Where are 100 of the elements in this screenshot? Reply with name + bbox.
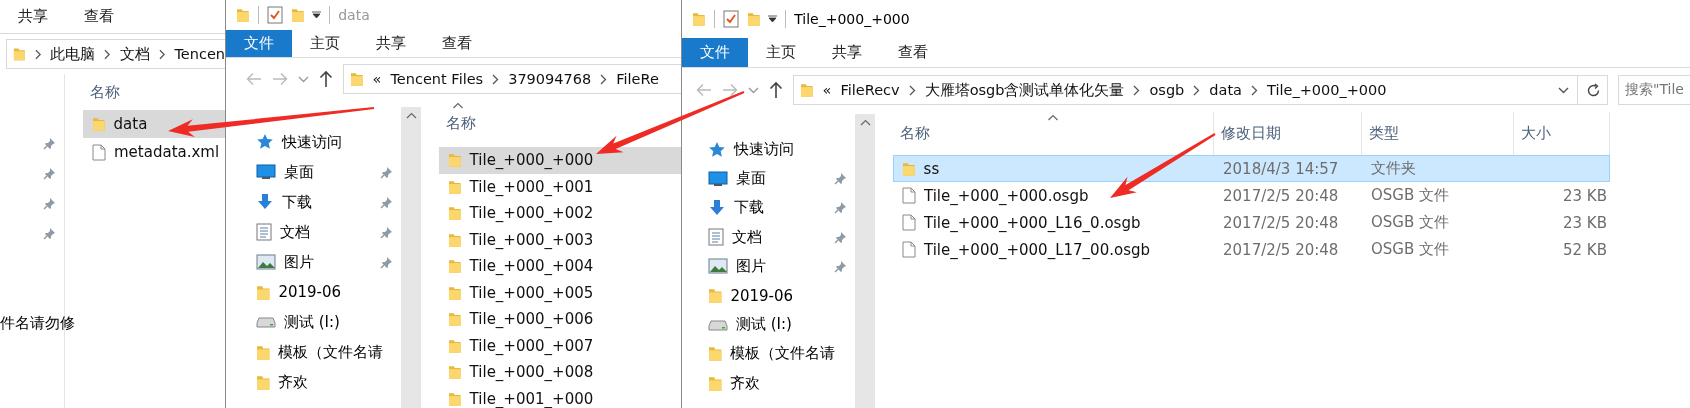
- address-bar[interactable]: « FileRecv 大雁塔osgb含测试单体化矢量 osgb data Tile_+000_+000: [793, 75, 1608, 105]
- nav-item[interactable]: 快速访问: [682, 135, 855, 165]
- folder-icon: [256, 343, 271, 361]
- back-arrow-icon[interactable]: [696, 83, 712, 97]
- nav-item[interactable]: 图片: [682, 251, 855, 281]
- address-bar[interactable]: « Tencent Files 379094768 FileRe: [343, 64, 681, 94]
- ribbon-tab[interactable]: 文件: [682, 38, 748, 67]
- breadcrumb-item[interactable]: data: [1209, 82, 1242, 98]
- pin-icon[interactable]: [43, 136, 56, 150]
- breadcrumb-item[interactable]: FileRecv: [840, 82, 900, 98]
- ribbon-tab[interactable]: 共享: [814, 38, 880, 67]
- chevron-down-icon[interactable]: [1558, 86, 1569, 94]
- file-row[interactable]: Tile_+001_+000: [439, 385, 681, 408]
- breadcrumb-item[interactable]: 大雁塔osgb含测试单体化矢量: [924, 80, 1125, 100]
- ribbon-tab[interactable]: 查看: [424, 30, 490, 57]
- pin-icon[interactable]: [43, 196, 56, 210]
- file-row[interactable]: Tile_+000_+000_L17_00.osgb 2017/2/5 20:48 OSGB 文件 52 KB: [893, 236, 1610, 263]
- column-header[interactable]: 名称: [83, 74, 120, 110]
- breadcrumb-item[interactable]: 379094768: [508, 71, 592, 87]
- file-row[interactable]: Tile_+000_+006: [439, 306, 681, 333]
- file-row[interactable]: data: [83, 110, 225, 138]
- ribbon-tab[interactable]: 主页: [748, 38, 814, 67]
- scrollbar[interactable]: [855, 114, 875, 408]
- file-row[interactable]: Tile_+000_+007: [439, 332, 681, 359]
- pin-icon[interactable]: [380, 225, 393, 239]
- breadcrumb-item[interactable]: Tencen: [174, 46, 225, 62]
- modified-date: 2017/2/5 20:48: [1222, 240, 1340, 259]
- file-row[interactable]: Tile_+000_+001: [439, 173, 681, 200]
- breadcrumb-item[interactable]: osgb: [1149, 82, 1185, 98]
- nav-item[interactable]: 模板（文件名请: [226, 337, 401, 367]
- nav-item[interactable]: 图片: [226, 247, 401, 277]
- pin-icon[interactable]: [43, 226, 56, 240]
- file-row[interactable]: Tile_+000_+000: [439, 147, 681, 174]
- up-arrow-icon[interactable]: [769, 81, 783, 99]
- forward-arrow-icon[interactable]: [272, 72, 288, 86]
- folder-icon: [448, 390, 462, 407]
- picture-icon: [708, 258, 728, 275]
- ribbon-tab[interactable]: 共享: [0, 0, 66, 33]
- file-row[interactable]: metadata.xml: [83, 138, 225, 166]
- file-row[interactable]: Tile_+000_+004: [439, 253, 681, 280]
- nav-item[interactable]: 齐欢: [682, 368, 855, 398]
- nav-item[interactable]: 文档: [226, 217, 401, 247]
- nav-item[interactable]: 件名请勿修: [0, 308, 83, 338]
- file-row[interactable]: Tile_+000_+002: [439, 200, 681, 227]
- nav-item[interactable]: 文档: [682, 222, 855, 252]
- customize-caret-icon[interactable]: [768, 15, 778, 23]
- file-row[interactable]: Tile_+000_+000_L16_0.osgb 2017/2/5 20:48 OSGB 文件 23 KB: [893, 209, 1610, 236]
- ribbon-tab[interactable]: 查看: [880, 38, 946, 67]
- breadcrumb-item[interactable]: FileRe: [616, 71, 659, 87]
- file-type: OSGB 文件: [1370, 186, 1450, 205]
- nav-item[interactable]: 测试 (I:): [226, 307, 401, 337]
- pin-icon[interactable]: [834, 201, 847, 215]
- nav-item[interactable]: 下载: [226, 187, 401, 217]
- nav-item[interactable]: 下载: [682, 193, 855, 223]
- file-row[interactable]: Tile_+000_+008: [439, 359, 681, 386]
- pin-icon[interactable]: [380, 255, 393, 269]
- pin-icon[interactable]: [834, 259, 847, 273]
- pin-icon[interactable]: [834, 172, 847, 186]
- nav-item[interactable]: 快速访问: [226, 127, 401, 157]
- nav-item[interactable]: 测试 (I:): [682, 310, 855, 340]
- ribbon-tab[interactable]: 主页: [292, 30, 358, 57]
- column-header[interactable]: 名称: [439, 100, 476, 147]
- folder-icon: [746, 11, 761, 27]
- chevron-right-icon: [1133, 84, 1141, 96]
- ribbon-tab[interactable]: 共享: [358, 30, 424, 57]
- pin-icon[interactable]: [43, 166, 56, 180]
- breadcrumb-item[interactable]: 此电脑: [50, 44, 96, 64]
- breadcrumb-item[interactable]: Tencent Files: [390, 71, 484, 87]
- nav-item[interactable]: 模板（文件名请: [682, 339, 855, 369]
- nav-item[interactable]: 2019-06: [226, 277, 401, 307]
- file-row[interactable]: Tile_+000_+005: [439, 279, 681, 306]
- scrollbar[interactable]: [401, 107, 421, 408]
- forward-arrow-icon[interactable]: [722, 83, 738, 97]
- nav-item[interactable]: 桌面: [226, 157, 401, 187]
- address-bar[interactable]: 此电脑 文档 Tencen: [6, 39, 225, 69]
- folder-icon: [800, 82, 814, 98]
- search-field[interactable]: 搜索"Tile: [1618, 75, 1690, 105]
- pin-icon[interactable]: [834, 230, 847, 244]
- pin-icon[interactable]: [380, 195, 393, 209]
- nav-item[interactable]: 2019-06: [682, 280, 855, 311]
- overflow-chevron[interactable]: «: [822, 82, 832, 98]
- file-row[interactable]: Tile_+000_+000.osgb 2017/2/5 20:48 OSGB 文件 23 KB: [893, 182, 1610, 209]
- pin-icon[interactable]: [380, 165, 393, 179]
- back-arrow-icon[interactable]: [246, 72, 262, 86]
- breadcrumb-item[interactable]: Tile_+000_+000: [1267, 82, 1387, 98]
- ribbon-tab[interactable]: 查看: [66, 0, 132, 33]
- file-icon: [902, 214, 916, 231]
- properties-icon[interactable]: [266, 6, 283, 24]
- file-row[interactable]: Tile_+000_+003: [439, 226, 681, 253]
- refresh-icon[interactable]: [1586, 82, 1601, 98]
- breadcrumb-item[interactable]: 文档: [119, 44, 150, 64]
- ribbon-tab[interactable]: 文件: [226, 30, 292, 57]
- customize-caret-icon[interactable]: [312, 11, 322, 19]
- overflow-chevron[interactable]: «: [372, 71, 382, 87]
- chevron-right-icon: [34, 48, 42, 60]
- nav-item[interactable]: 齐欢: [226, 367, 401, 397]
- properties-icon[interactable]: [722, 10, 739, 28]
- file-row[interactable]: ss 2018/4/3 14:57 文件夹: [893, 155, 1610, 182]
- nav-item[interactable]: 桌面: [682, 164, 855, 194]
- up-arrow-icon[interactable]: [319, 70, 333, 88]
